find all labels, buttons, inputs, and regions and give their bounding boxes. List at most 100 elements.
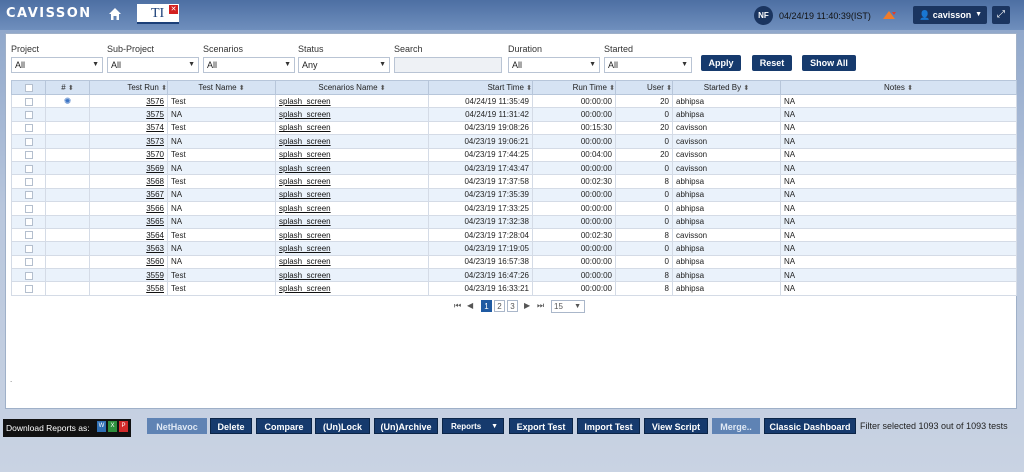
row-checkbox[interactable] (24, 177, 33, 186)
test-run-cell[interactable]: 3574 (89, 120, 168, 136)
row-select-cell[interactable] (11, 241, 46, 256)
test-run-link[interactable]: 3574 (146, 123, 164, 132)
home-icon[interactable] (108, 7, 122, 21)
scenario-link[interactable]: splash_screen (279, 284, 331, 293)
scenario-cell[interactable]: splash_screen (275, 227, 429, 243)
excel-icon[interactable]: X (108, 421, 117, 432)
search-input[interactable] (394, 57, 502, 73)
row-select-cell[interactable] (11, 281, 46, 296)
table-row[interactable]: 3565 NA splash_screen 04/23/19 17:32:38 00:0… (11, 214, 1017, 229)
scenario-link[interactable]: splash_screen (279, 190, 331, 199)
test-run-link[interactable]: 3570 (146, 150, 164, 159)
row-select-cell[interactable] (11, 93, 46, 109)
test-run-link[interactable]: 3567 (146, 190, 164, 199)
scenario-cell[interactable]: splash_screen (275, 147, 429, 162)
row-select-cell[interactable] (11, 201, 46, 216)
apply-button[interactable]: Apply (701, 55, 741, 71)
scenario-cell[interactable]: splash_screen (275, 174, 429, 189)
next-page-icon[interactable]: ▶ (524, 300, 530, 312)
first-page-icon[interactable]: ⏮ (454, 300, 461, 312)
row-checkbox[interactable] (24, 110, 33, 119)
test-run-link[interactable]: 3559 (146, 271, 164, 280)
test-run-cell[interactable]: 3567 (89, 187, 168, 203)
scenario-cell[interactable]: splash_screen (275, 268, 429, 283)
select-all-checkbox[interactable] (24, 83, 33, 92)
test-run-link[interactable]: 3569 (146, 164, 164, 173)
scenario-link[interactable]: splash_screen (279, 271, 331, 280)
avatar[interactable]: NF (754, 6, 773, 25)
row-checkbox[interactable] (24, 164, 33, 173)
col-header[interactable]: User ⬍ (615, 80, 673, 95)
row-select-cell[interactable] (11, 174, 46, 189)
col-header[interactable]: Start Time ⬍ (428, 80, 533, 95)
test-run-cell[interactable]: 3565 (89, 214, 168, 229)
last-page-icon[interactable]: ⏭ (537, 300, 544, 312)
test-run-link[interactable]: 3566 (146, 204, 164, 213)
col-header[interactable]: Scenarios Name ⬍ (275, 80, 429, 95)
compare-button[interactable]: Compare (256, 418, 312, 434)
table-row[interactable]: 3575 NA splash_screen 04/24/19 11:31:42 00:0… (11, 107, 1017, 122)
page-size-select[interactable]: 15 ▼ (551, 300, 585, 313)
nethavoc-button[interactable]: NetHavoc (147, 418, 207, 434)
test-run-link[interactable]: 3568 (146, 177, 164, 186)
scenario-cell[interactable]: splash_screen (275, 120, 429, 136)
pdf-icon[interactable]: P (119, 421, 128, 432)
scenario-cell[interactable]: splash_screen (275, 160, 429, 176)
table-row[interactable]: 3567 NA splash_screen 04/23/19 17:35:39 00:0… (11, 187, 1017, 203)
import-test-button[interactable]: Import Test (577, 418, 640, 434)
test-run-cell[interactable]: 3568 (89, 174, 168, 189)
test-run-link[interactable]: 3558 (146, 284, 164, 293)
delete-button[interactable]: Delete (210, 418, 252, 434)
reset-button[interactable]: Reset (752, 55, 792, 71)
test-run-link[interactable]: 3563 (146, 244, 164, 253)
scenario-link[interactable]: splash_screen (279, 244, 331, 253)
test-run-cell[interactable]: 3576 (89, 93, 168, 109)
table-row[interactable]: 3569 NA splash_screen 04/23/19 17:43:47 00:0… (11, 160, 1017, 176)
started-select[interactable]: All ▼ (604, 57, 692, 73)
table-row[interactable]: 3570 Test splash_screen 04/23/19 17:44:25 00… (11, 147, 1017, 162)
scenario-link[interactable]: splash_screen (279, 257, 331, 266)
row-select-cell[interactable] (11, 120, 46, 136)
merge-button[interactable]: Merge.. (712, 418, 760, 434)
col-header[interactable]: Test Name ⬍ (167, 80, 276, 95)
test-run-cell[interactable]: 3575 (89, 107, 168, 122)
scenario-cell[interactable]: splash_screen (275, 134, 429, 149)
test-run-cell[interactable]: 3573 (89, 134, 168, 149)
table-row[interactable]: 3558 Test splash_screen 04/23/19 16:33:21 00… (11, 281, 1017, 296)
scenario-cell[interactable]: splash_screen (275, 281, 429, 296)
scenario-cell[interactable]: splash_screen (275, 214, 429, 229)
test-run-cell[interactable]: 3569 (89, 160, 168, 176)
row-checkbox[interactable] (24, 231, 33, 240)
scenario-cell[interactable]: splash_screen (275, 254, 429, 270)
row-checkbox[interactable] (24, 244, 33, 253)
alert-icon[interactable] (881, 9, 897, 21)
row-select-cell[interactable] (11, 187, 46, 203)
row-select-cell[interactable] (11, 107, 46, 122)
row-select-cell[interactable] (11, 160, 46, 176)
subproject-select[interactable]: All ▼ (107, 57, 199, 73)
col-header[interactable]: Notes ⬍ (780, 80, 1017, 95)
prev-page-icon[interactable]: ◀ (467, 300, 473, 312)
row-checkbox[interactable] (24, 124, 33, 133)
row-checkbox[interactable] (24, 258, 33, 267)
test-run-link[interactable]: 3573 (146, 137, 164, 146)
page-3-button[interactable]: 3 (507, 300, 518, 312)
test-run-cell[interactable]: 3564 (89, 227, 168, 243)
scenario-link[interactable]: splash_screen (279, 177, 331, 186)
scenario-cell[interactable]: splash_screen (275, 107, 429, 122)
table-row[interactable]: 3566 NA splash_screen 04/23/19 17:33:25 00:0… (11, 201, 1017, 216)
row-checkbox[interactable] (24, 285, 33, 294)
test-run-link[interactable]: 3564 (146, 231, 164, 240)
unlock-button[interactable]: (Un)Lock (315, 418, 370, 434)
reports-dropdown-button[interactable]: Reports ▼ (442, 418, 504, 434)
page-2-button[interactable]: 2 (494, 300, 505, 312)
page-1-button[interactable]: 1 (481, 300, 492, 312)
row-checkbox[interactable] (24, 97, 33, 106)
scenario-cell[interactable]: splash_screen (275, 187, 429, 203)
export-test-button[interactable]: Export Test (509, 418, 573, 434)
table-row[interactable]: 3568 Test splash_screen 04/23/19 17:37:58 00… (11, 174, 1017, 189)
table-row[interactable]: 3563 NA splash_screen 04/23/19 17:19:05 00:0… (11, 241, 1017, 256)
scenario-cell[interactable]: splash_screen (275, 241, 429, 256)
select-all-header[interactable] (11, 80, 46, 95)
scenarios-select[interactable]: All ▼ (203, 57, 295, 73)
